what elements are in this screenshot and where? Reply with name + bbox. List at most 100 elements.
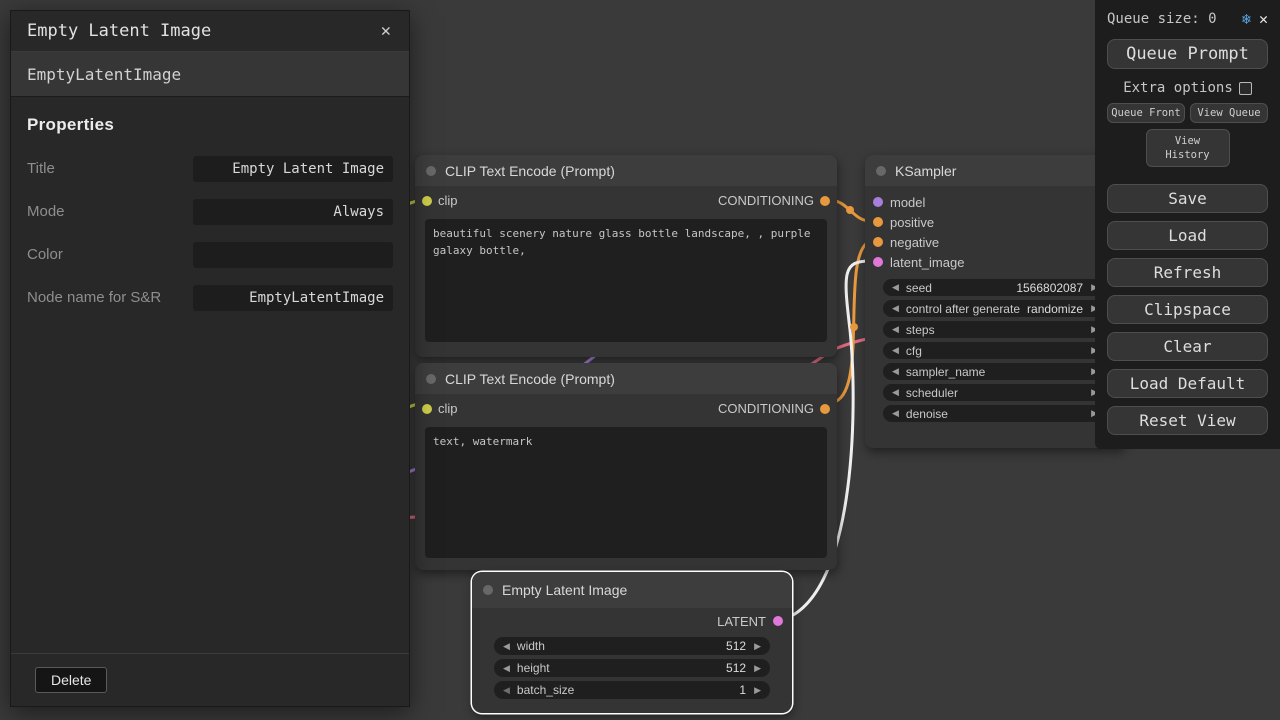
node-clip-text-encode-positive[interactable]: CLIP Text Encode (Prompt) clip CONDITION…	[415, 155, 837, 357]
extra-options-row: Extra options	[1107, 80, 1268, 96]
output-slot-latent: LATENT	[472, 608, 792, 634]
collapse-dot-icon[interactable]	[876, 166, 886, 176]
clipspace-button[interactable]: Clipspace	[1107, 295, 1268, 324]
wire-midpoint-dot	[846, 206, 854, 214]
node-name-field[interactable]: EmptyLatentImage	[193, 285, 393, 311]
delete-node-button[interactable]: Delete	[35, 667, 107, 693]
reset-view-button[interactable]: Reset View	[1107, 406, 1268, 435]
widget-name: width	[517, 639, 545, 653]
refresh-button[interactable]: Refresh	[1107, 258, 1268, 287]
menu-header: Queue size: 0 ❄ ✕	[1107, 6, 1268, 32]
mode-select[interactable]: Always	[193, 199, 393, 225]
color-field[interactable]	[193, 242, 393, 268]
settings-snowflake-icon[interactable]: ❄	[1242, 10, 1251, 28]
widget-value: randomize	[1027, 302, 1083, 316]
field-label: Mode	[27, 202, 177, 222]
queue-front-button[interactable]: Queue Front	[1107, 103, 1185, 123]
decrement-arrow-icon[interactable]: ◀	[892, 346, 899, 355]
widget-control-after-generate[interactable]: ◀ control after generate randomize ▶	[883, 300, 1107, 317]
decrement-arrow-icon[interactable]: ◀	[892, 304, 899, 313]
widget-height[interactable]: ◀ height 512 ▶	[494, 659, 770, 677]
widget-width[interactable]: ◀ width 512 ▶	[494, 637, 770, 655]
title-field[interactable]: Empty Latent Image	[193, 156, 393, 182]
latent-input-port[interactable]	[873, 257, 883, 267]
slot-label: CONDITIONING	[718, 193, 814, 208]
slot-label: LATENT	[717, 614, 766, 629]
conditioning-output-port[interactable]	[820, 404, 830, 414]
widget-name: steps	[906, 323, 935, 337]
decrement-arrow-icon[interactable]: ◀	[892, 367, 899, 376]
clear-button[interactable]: Clear	[1107, 332, 1268, 361]
save-button[interactable]: Save	[1107, 184, 1268, 213]
node-header[interactable]: CLIP Text Encode (Prompt)	[415, 155, 837, 186]
widget-name: height	[517, 661, 550, 675]
comfy-menu: Queue size: 0 ❄ ✕ Queue Prompt Extra opt…	[1095, 0, 1280, 449]
node-header[interactable]: CLIP Text Encode (Prompt)	[415, 363, 837, 394]
node-title: CLIP Text Encode (Prompt)	[445, 371, 615, 387]
slot-row: clip CONDITIONING	[415, 186, 837, 215]
node-clip-text-encode-negative[interactable]: CLIP Text Encode (Prompt) clip CONDITION…	[415, 363, 837, 570]
prompt-textarea[interactable]: text, watermark	[425, 427, 827, 558]
properties-heading: Properties	[27, 115, 393, 135]
prompt-textarea[interactable]: beautiful scenery nature glass bottle la…	[425, 219, 827, 342]
collapse-dot-icon[interactable]	[426, 374, 436, 384]
queue-prompt-button[interactable]: Queue Prompt	[1107, 39, 1268, 69]
widget-denoise[interactable]: ◀ denoise ▶	[883, 405, 1107, 422]
widget-seed[interactable]: ◀ seed 1566802087 ▶	[883, 279, 1107, 296]
collapse-dot-icon[interactable]	[483, 585, 493, 595]
view-queue-button[interactable]: View Queue	[1190, 103, 1268, 123]
node-class-name: EmptyLatentImage	[11, 52, 409, 97]
model-input-port[interactable]	[873, 197, 883, 207]
node-empty-latent-image[interactable]: Empty Latent Image LATENT ◀ width 512 ▶ …	[472, 572, 792, 713]
widget-sampler-name[interactable]: ◀ sampler_name ▶	[883, 363, 1107, 380]
node-ksampler[interactable]: KSampler model positive negative latent_…	[865, 155, 1125, 448]
field-label: Node name for S&R	[27, 288, 177, 308]
dialog-header: Empty Latent Image ✕	[11, 11, 409, 52]
clip-input-port[interactable]	[422, 404, 432, 414]
decrement-arrow-icon[interactable]: ◀	[892, 283, 899, 292]
slot-label: negative	[890, 235, 939, 250]
view-history-button[interactable]: View History	[1146, 129, 1230, 167]
conditioning-output-port[interactable]	[820, 196, 830, 206]
positive-input-port[interactable]	[873, 217, 883, 227]
widget-scheduler[interactable]: ◀ scheduler ▶	[883, 384, 1107, 401]
decrement-arrow-icon[interactable]: ◀	[892, 388, 899, 397]
decrement-arrow-icon[interactable]: ◀	[892, 325, 899, 334]
node-header[interactable]: Empty Latent Image	[472, 572, 792, 608]
output-slot-conditioning: CONDITIONING	[718, 193, 830, 208]
load-default-button[interactable]: Load Default	[1107, 369, 1268, 398]
dialog-footer: Delete	[11, 653, 409, 706]
widget-value: 1566802087	[1016, 281, 1083, 295]
close-menu-icon[interactable]: ✕	[1259, 10, 1268, 28]
extra-options-checkbox[interactable]	[1239, 82, 1252, 95]
widget-cfg[interactable]: ◀ cfg ▶	[883, 342, 1107, 359]
negative-input-port[interactable]	[873, 237, 883, 247]
widget-batch-size[interactable]: ◀ batch_size 1 ▶	[494, 681, 770, 699]
load-button[interactable]: Load	[1107, 221, 1268, 250]
input-slot-clip: clip	[422, 193, 458, 208]
widget-steps[interactable]: ◀ steps ▶	[883, 321, 1107, 338]
widget-name: batch_size	[517, 683, 574, 697]
decrement-arrow-icon[interactable]: ◀	[503, 642, 510, 651]
increment-arrow-icon[interactable]: ▶	[754, 642, 761, 651]
slot-label: model	[890, 195, 925, 210]
increment-arrow-icon[interactable]: ▶	[754, 664, 761, 673]
input-slot-negative: negative	[865, 232, 1125, 252]
collapse-dot-icon[interactable]	[426, 166, 436, 176]
decrement-arrow-icon[interactable]: ◀	[892, 409, 899, 418]
queue-size-label: Queue size: 0	[1107, 11, 1234, 27]
node-title: KSampler	[895, 163, 956, 179]
output-slot-conditioning: CONDITIONING	[718, 401, 830, 416]
decrement-arrow-icon[interactable]: ◀	[503, 664, 510, 673]
decrement-arrow-icon[interactable]: ◀	[503, 686, 510, 695]
node-properties-dialog: Empty Latent Image ✕ EmptyLatentImage Pr…	[10, 10, 410, 707]
node-header[interactable]: KSampler	[865, 155, 1125, 186]
close-dialog-icon[interactable]: ✕	[373, 19, 399, 43]
widget-name: scheduler	[906, 386, 958, 400]
widget-name: seed	[906, 281, 932, 295]
increment-arrow-icon[interactable]: ▶	[754, 686, 761, 695]
clip-input-port[interactable]	[422, 196, 432, 206]
queue-buttons-row: Queue Front View Queue	[1107, 103, 1268, 123]
latent-output-port[interactable]	[773, 616, 783, 626]
slot-label: latent_image	[890, 255, 964, 270]
